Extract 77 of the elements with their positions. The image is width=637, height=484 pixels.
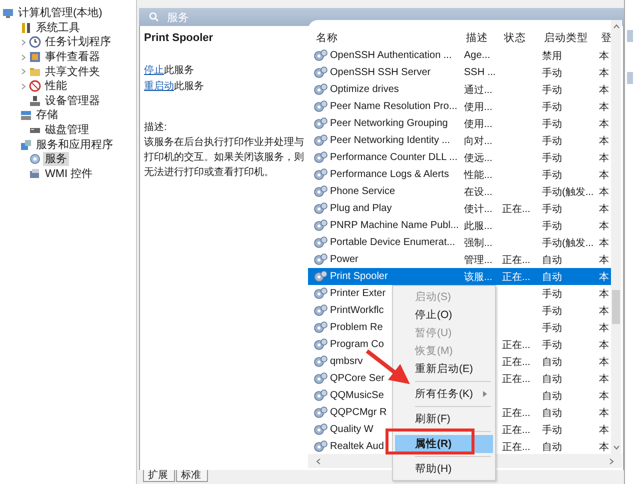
description-label: 描述: [144, 121, 168, 135]
table-cell: 本 [599, 152, 609, 164]
table-cell: 本 [599, 322, 609, 334]
table-cell: 本 [599, 254, 609, 266]
startup-type-cell: 手动 [542, 322, 562, 334]
status-cell: 正在... [502, 272, 530, 282]
startup-type-cell: 手动 [542, 118, 562, 130]
startup-type-cell: 手动 [542, 220, 562, 232]
table-cell: 本 [599, 272, 609, 282]
startup-type-cell: 手动 [542, 84, 562, 96]
startup-type-cell: 手动 [542, 170, 562, 180]
startup-type-cell: 自动 [542, 254, 562, 266]
status-cell: 正在... [502, 442, 530, 452]
service-name: Print Spooler [144, 32, 214, 44]
startup-type-cell: 手动 [542, 136, 562, 146]
table-cell: 本 [599, 442, 609, 452]
description-cell: 使用... [464, 102, 492, 112]
table-cell: 本 [599, 84, 609, 96]
startup-type-cell: 手动(触发... [542, 186, 594, 198]
description-cell: 此服... [464, 220, 492, 232]
description-cell: 强制... [464, 238, 492, 248]
description-cell: 使计... [464, 204, 492, 214]
table-cell: 本 [599, 408, 609, 418]
startup-type-cell: 手动 [542, 102, 562, 112]
description-cell: 管理... [464, 254, 492, 266]
status-cell: 正在... [502, 408, 530, 418]
table-cell: 本 [599, 424, 609, 436]
startup-type-cell: 自动 [542, 390, 562, 402]
description-cell: 在设... [464, 186, 492, 198]
table-cell: 本 [599, 68, 609, 78]
description-cell: 通过... [464, 84, 492, 96]
table-cell: 本 [599, 390, 609, 402]
status-cell: 正在... [502, 254, 530, 266]
table-cell: 本 [599, 186, 609, 198]
startup-type-cell: 手动(触发... [542, 238, 594, 248]
startup-type-cell: 手动 [542, 204, 562, 214]
description-text: 该服务在后台执行打印作业并处理与打印机的交互。如果关闭该服务，则无法进行打印或查看打印机。 [144, 136, 304, 180]
description-cell: 性能... [464, 170, 492, 180]
description-cell: Age... [464, 50, 490, 61]
startup-type-cell: 自动 [542, 272, 562, 282]
table-cell: 本 [599, 118, 609, 130]
status-cell: 正在... [502, 204, 530, 214]
panel-title: 服务 [167, 10, 189, 24]
table-cell: 本 [599, 238, 609, 248]
table-cell: 本 [599, 50, 609, 62]
status-cell: 正在... [502, 374, 530, 384]
description-cell: 使用... [464, 118, 492, 130]
table-cell: 本 [599, 306, 609, 316]
description-cell: 使远... [464, 152, 492, 164]
table-cell: 本 [599, 204, 609, 214]
action-text: 此服务 [174, 80, 204, 94]
table-cell: 本 [599, 220, 609, 232]
description-cell: 该服... [464, 272, 492, 282]
startup-type-cell: 自动 [542, 374, 562, 384]
action-text: 此服务 [164, 64, 194, 78]
status-cell: 正在... [502, 340, 530, 350]
startup-type-cell: 手动 [542, 306, 562, 316]
table-cell: 本 [599, 102, 609, 112]
description-cell: SSH ... [464, 67, 496, 78]
startup-type-cell: 手动 [542, 68, 562, 78]
table-cell: 本 [599, 136, 609, 146]
table-cell: 本 [599, 356, 609, 368]
startup-type-cell: 手动 [542, 152, 562, 164]
status-cell: 正在... [502, 356, 530, 368]
startup-type-cell: 手动 [542, 340, 562, 350]
startup-type-cell: 自动 [542, 442, 562, 452]
startup-type-cell: 手动 [542, 424, 562, 436]
description-cell: 向对... [464, 136, 492, 146]
startup-type-cell: 自动 [542, 356, 562, 368]
status-cell: 正在... [502, 424, 530, 436]
startup-type-cell: 禁用 [542, 50, 562, 62]
startup-type-cell: 手动 [542, 288, 562, 300]
table-cell: 本 [599, 170, 609, 180]
startup-type-cell: 自动 [542, 408, 562, 418]
table-cell: 本 [599, 340, 609, 350]
table-cell: 本 [599, 374, 609, 384]
table-cell: 本 [599, 288, 609, 300]
